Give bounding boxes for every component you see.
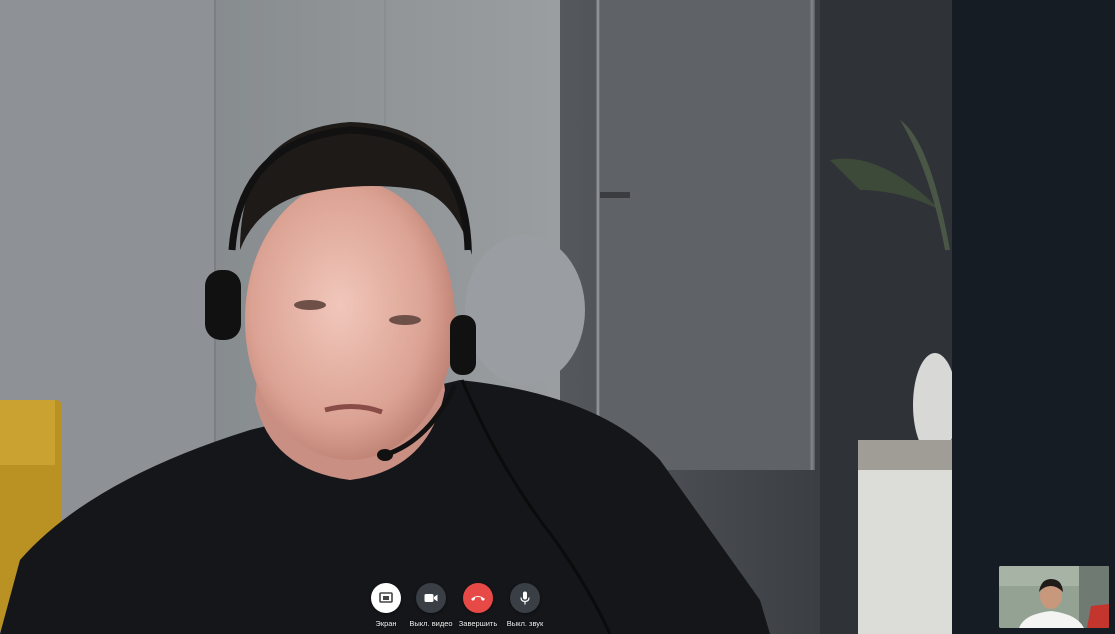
end-call-button[interactable]: Завершить: [454, 582, 502, 632]
side-panel: [952, 0, 1115, 634]
audio-off-button[interactable]: Выкл. звук: [501, 582, 549, 632]
video-camera-icon: [424, 594, 438, 602]
screen-share-label: Экран: [375, 619, 397, 628]
video-call-window: Экран Выкл. видео Завершить Выкл. звук: [0, 0, 1115, 634]
audio-off-button-circle[interactable]: [510, 583, 540, 613]
screen-share-button[interactable]: Экран: [362, 582, 410, 632]
screen-share-icon: [379, 592, 393, 603]
screen-share-button-circle[interactable]: [371, 583, 401, 613]
self-video-frame: [999, 566, 1109, 628]
microphone-icon: [520, 591, 530, 605]
call-controls: Экран Выкл. видео Завершить Выкл. звук: [362, 582, 552, 632]
video-off-button[interactable]: Выкл. видео: [407, 582, 455, 632]
end-call-label: Завершить: [458, 619, 498, 628]
self-view-thumbnail[interactable]: [999, 566, 1109, 628]
end-call-button-circle[interactable]: [463, 583, 493, 613]
audio-off-label: Выкл. звук: [506, 619, 544, 628]
remote-video-frame: [0, 0, 952, 634]
video-off-button-circle[interactable]: [416, 583, 446, 613]
phone-hangup-icon: [471, 596, 485, 601]
remote-participant-video: [0, 0, 952, 634]
video-off-label: Выкл. видео: [409, 619, 453, 628]
